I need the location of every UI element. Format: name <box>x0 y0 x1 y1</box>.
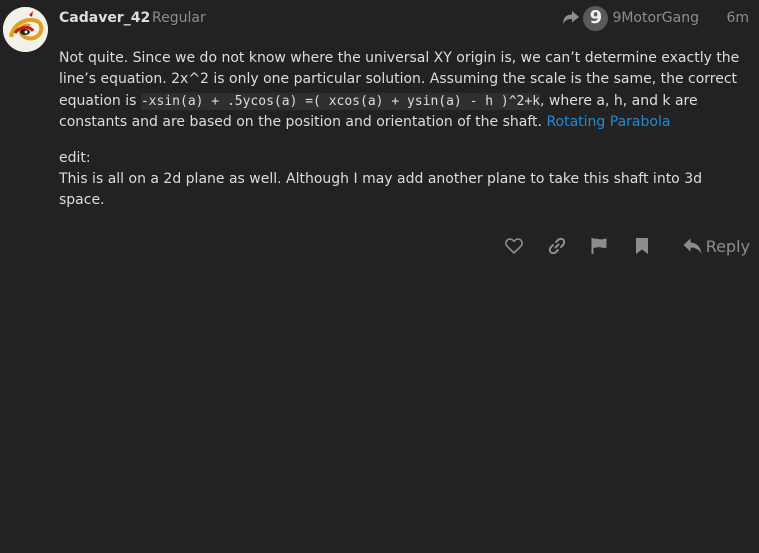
link-icon <box>548 237 566 255</box>
share-arrow-icon <box>563 11 580 24</box>
flag-button[interactable] <box>585 232 613 260</box>
edit-label: edit: <box>59 149 91 166</box>
heart-icon <box>505 238 523 254</box>
flag-icon <box>591 238 607 254</box>
bookmark-button[interactable] <box>628 232 656 260</box>
reply-label: Reply <box>705 236 750 256</box>
post-date[interactable]: 6m <box>726 8 749 28</box>
user-title: Regular <box>152 10 206 26</box>
edit-text: This is all on a 2d plane as well. Altho… <box>59 171 702 209</box>
username-link[interactable]: Cadaver_42 <box>59 8 150 28</box>
inline-code: -xsin(a) + .5ycos(a) =( xcos(a) + ysin(a… <box>140 92 541 110</box>
reply-to-name: 9MotorGang <box>612 10 699 26</box>
bookmark-icon <box>636 238 648 254</box>
post-paragraph-edit: edit: This is all on a 2d plane as well. … <box>59 148 749 212</box>
post-controls: Reply <box>0 232 759 260</box>
post-paragraph: Not quite. Since we do not know where th… <box>59 48 749 134</box>
rotating-parabola-link[interactable]: Rotating Parabola <box>546 114 670 130</box>
reply-button[interactable]: Reply <box>683 232 750 260</box>
reply-icon <box>683 238 702 254</box>
reply-to-tab[interactable]: 9 9MotorGang <box>562 5 699 31</box>
post-header: Cadaver_42 Regular 9 9MotorGang 6m <box>59 5 749 31</box>
post-avatar[interactable] <box>3 7 48 52</box>
post-body: Not quite. Since we do not know where th… <box>59 48 749 226</box>
like-button[interactable] <box>500 232 528 260</box>
copy-link-button[interactable] <box>543 232 571 260</box>
reply-to-avatar: 9 <box>583 5 609 31</box>
